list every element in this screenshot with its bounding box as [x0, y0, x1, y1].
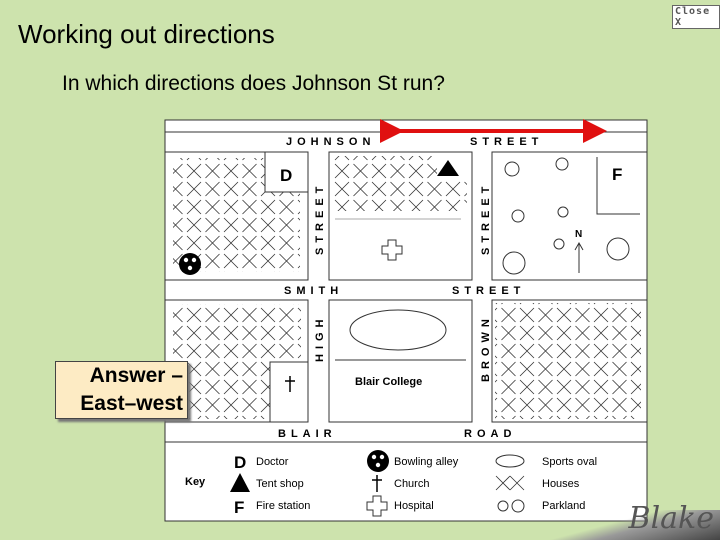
street-label: JOHNSON: [286, 136, 375, 148]
oval-icon: [495, 454, 525, 468]
street-label: HIGH: [314, 315, 326, 363]
street-label: STREET: [452, 285, 525, 297]
street-label: STREET: [470, 136, 543, 148]
sports-oval: [349, 309, 447, 351]
street-label: STREET: [480, 182, 492, 255]
bowling-alley-icon: [179, 253, 201, 275]
answer-line-1: Answer –: [89, 364, 183, 387]
street-label: ROAD: [464, 428, 516, 440]
key-label: Doctor: [256, 456, 289, 468]
street-map: D F N Blair College JOHNSON STREET SMITH…: [164, 119, 648, 522]
key-label: Houses: [542, 478, 580, 490]
key-label: Sports oval: [542, 456, 597, 468]
key-label: Church: [394, 478, 429, 490]
key-title: Key: [185, 476, 206, 488]
bowling-icon: [367, 450, 389, 472]
street-label: SMITH: [284, 285, 343, 297]
street-label: BROWN: [480, 314, 492, 382]
key-label: Fire station: [256, 500, 310, 512]
answer-box: Answer – East–west: [55, 361, 188, 419]
key-label: Tent shop: [256, 478, 304, 490]
key-label: Hospital: [394, 500, 434, 512]
svg-text:F: F: [234, 498, 244, 517]
answer-line-2: East–west: [80, 392, 183, 415]
north-label: N: [575, 229, 582, 240]
key-label: Bowling alley: [394, 456, 459, 468]
doctor-letter: D: [280, 166, 292, 185]
svg-text:D: D: [234, 453, 246, 472]
street-label: STREET: [314, 182, 326, 255]
signature-logo: Blake: [628, 501, 714, 536]
church-box: [269, 361, 309, 423]
street-label: BLAIR: [278, 428, 337, 440]
blair-college-label: Blair College: [355, 376, 422, 388]
fire-station-letter: F: [612, 165, 622, 184]
